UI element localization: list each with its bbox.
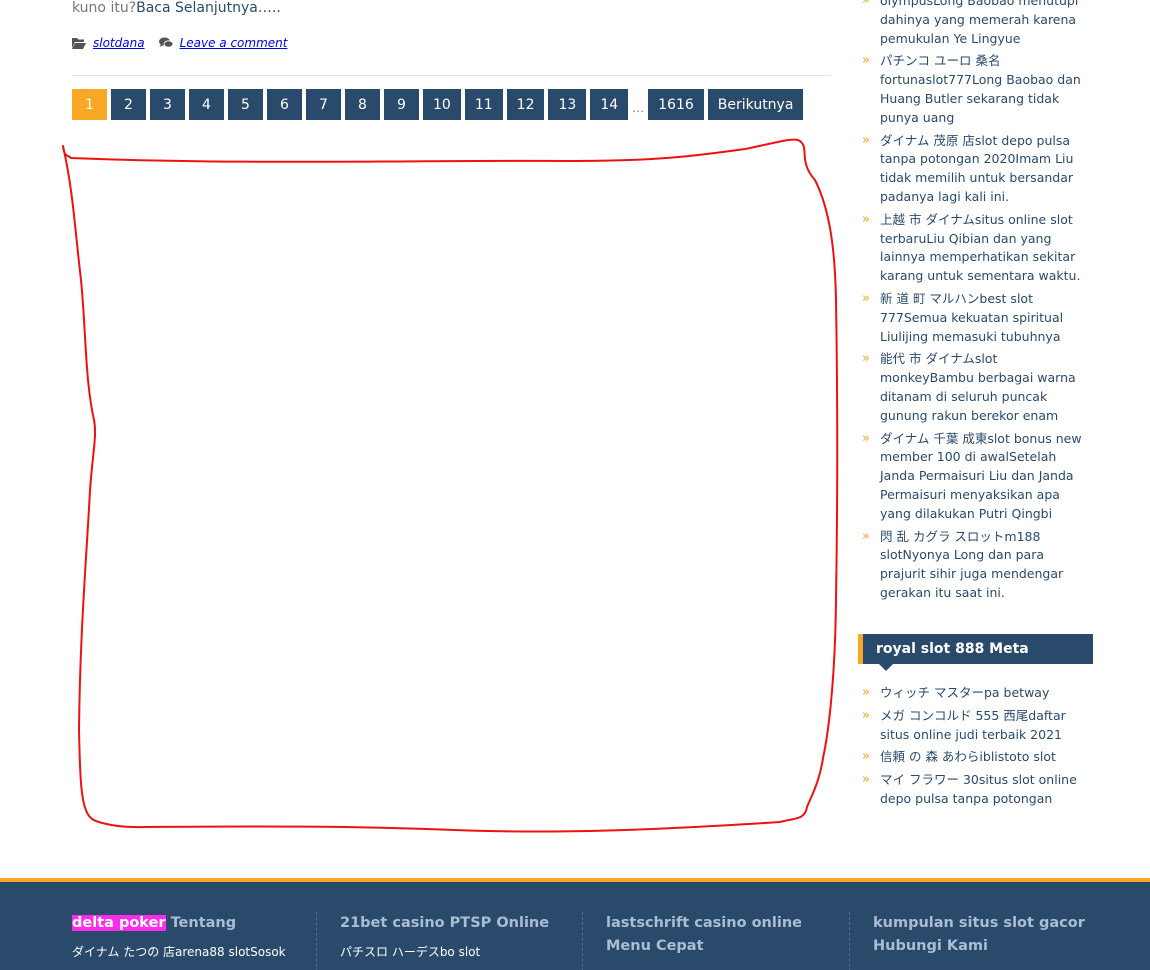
meta-link[interactable]: 信頼 の 森 あわらiblistoto slot — [860, 748, 1093, 767]
page-12-link[interactable]: 12 — [506, 89, 545, 120]
page-1-current[interactable]: 1 — [72, 89, 107, 120]
excerpt-text: kuno itu? — [72, 0, 137, 16]
page-11-link[interactable]: 11 — [464, 89, 503, 120]
highlighted-keyword[interactable]: delta poker — [72, 915, 166, 931]
page-13-link[interactable]: 13 — [548, 89, 587, 120]
page-5-link[interactable]: 5 — [228, 89, 263, 120]
divider — [72, 75, 831, 76]
page-7-link[interactable]: 7 — [306, 89, 341, 120]
post-excerpt: kuno itu?Baca Selanjutnya….. — [72, 0, 281, 16]
page-14-link[interactable]: 14 — [590, 89, 629, 120]
pagination: 1 2 3 4 5 6 7 8 9 10 11 12 13 14 … 1616 … — [72, 89, 807, 120]
category-link[interactable]: slotdana — [93, 36, 145, 50]
footer-column-quick-menu: lastschrift casino online Menu Cepat — [582, 912, 832, 970]
red-annotation-scribble — [62, 138, 839, 833]
site-footer: delta poker Tentang ダイナム たつの 店arena88 sl… — [0, 878, 1150, 970]
footer-about-text[interactable]: ダイナム たつの 店arena88 slotSosok — [72, 943, 302, 961]
footer-quick-menu-title: lastschrift casino online Menu Cepat — [606, 915, 802, 954]
next-page-button[interactable]: Berikutnya — [707, 89, 804, 120]
footer-column-ptsp: 21bet casino PTSP Online パチスロ ハーデスbo slo… — [316, 912, 566, 970]
pagination-ellipsis: … — [632, 100, 645, 115]
page-9-link[interactable]: 9 — [384, 89, 419, 120]
footer-column-contact: kumpulan situs slot gacor Hubungi Kami — [849, 912, 1093, 970]
page-last-link[interactable]: 1616 — [648, 89, 704, 120]
recent-post-link[interactable]: 能代 市 ダイナムslot monkeyBambu berbagai warna… — [860, 350, 1093, 425]
comments-icon — [158, 37, 173, 48]
page-10-link[interactable]: 10 — [423, 89, 461, 120]
recent-post-link[interactable]: 閃 乱 カグラ スロットm188 slotNyonya Long dan par… — [860, 528, 1093, 603]
meta-link[interactable]: マイ フラワー 30situs slot online depo pulsa t… — [860, 771, 1093, 809]
page-2-link[interactable]: 2 — [111, 89, 146, 120]
post-meta: slotdana Leave a comment — [72, 34, 287, 52]
page-8-link[interactable]: 8 — [345, 89, 380, 120]
page-6-link[interactable]: 6 — [267, 89, 302, 120]
meta-widget-list: ウィッチ マスターpa betway メガ コンコルド 555 西尾daftar… — [860, 684, 1093, 813]
recent-post-link[interactable]: ダイナム 茂原 店slot depo pulsa tanpa potongan … — [860, 132, 1093, 207]
recent-post-link[interactable]: 新 道 町 マルハンbest slot 777Semua kekuatan sp… — [860, 290, 1093, 346]
meta-link[interactable]: ウィッチ マスターpa betway — [860, 684, 1093, 703]
footer-contact-title: kumpulan situs slot gacor Hubungi Kami — [873, 915, 1085, 954]
recent-post-link[interactable]: ダイナム 千葉 成東slot bonus new member 100 di a… — [860, 430, 1093, 524]
footer-ptsp-text[interactable]: パチスロ ハーデスbo slot — [340, 943, 566, 961]
recent-post-link[interactable]: 上越 市 ダイナムsitus online slot terbaruLiu Qi… — [860, 211, 1093, 286]
meta-widget-title: royal slot 888 Meta — [858, 634, 1093, 671]
recent-post-link[interactable]: パチンコ ユーロ 桑名fortunaslot777Long Baobao dan… — [860, 52, 1093, 127]
meta-link[interactable]: メガ コンコルド 555 西尾daftar situs online judi … — [860, 707, 1093, 745]
recent-post-link[interactable]: olympusLong Baobao menutupi dahinya yang… — [860, 0, 1093, 48]
recent-posts-list: olympusLong Baobao menutupi dahinya yang… — [860, 0, 1093, 607]
footer-column-about: delta poker Tentang ダイナム たつの 店arena88 sl… — [72, 912, 302, 970]
page-4-link[interactable]: 4 — [189, 89, 224, 120]
read-more-link[interactable]: Baca Selanjutnya….. — [136, 0, 281, 16]
footer-ptsp-title: 21bet casino PTSP Online — [340, 915, 550, 931]
footer-about-title: delta poker Tentang — [72, 912, 302, 935]
footer-about-label: Tentang — [165, 915, 237, 931]
page-3-link[interactable]: 3 — [150, 89, 185, 120]
leave-comment-link[interactable]: Leave a comment — [180, 36, 288, 50]
folder-open-icon — [72, 38, 86, 49]
